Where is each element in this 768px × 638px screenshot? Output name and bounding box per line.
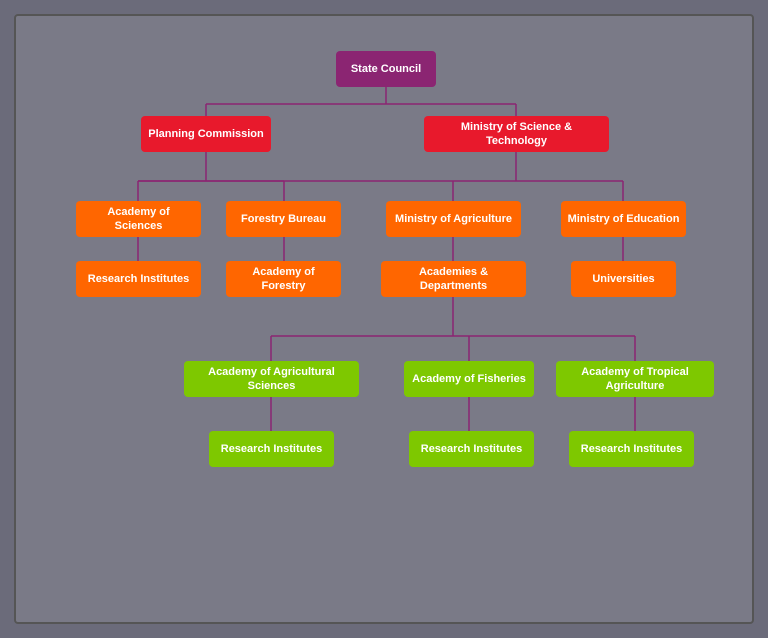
academies-departments-node[interactable]: Academies & Departments xyxy=(381,261,526,297)
ministry-agriculture-node[interactable]: Ministry of Agriculture xyxy=(386,201,521,237)
academy-forestry-node[interactable]: Academy of Forestry xyxy=(226,261,341,297)
planning-commission-node[interactable]: Planning Commission xyxy=(141,116,271,152)
academy-sciences-node[interactable]: Academy of Sciences xyxy=(76,201,201,237)
state-council-node[interactable]: State Council xyxy=(336,51,436,87)
ministry-science-node[interactable]: Ministry of Science & Technology xyxy=(424,116,609,152)
academy-tropical-node[interactable]: Academy of Tropical Agriculture xyxy=(556,361,714,397)
connectors-svg xyxy=(16,16,752,622)
research-institutes-1-node[interactable]: Research Institutes xyxy=(76,261,201,297)
forestry-bureau-node[interactable]: Forestry Bureau xyxy=(226,201,341,237)
research-institutes-3-node[interactable]: Research Institutes xyxy=(409,431,534,467)
academy-agri-sciences-node[interactable]: Academy of Agricultural Sciences xyxy=(184,361,359,397)
research-institutes-2-node[interactable]: Research Institutes xyxy=(209,431,334,467)
org-chart: State Council Planning Commission Minist… xyxy=(14,14,754,624)
universities-node[interactable]: Universities xyxy=(571,261,676,297)
ministry-education-node[interactable]: Ministry of Education xyxy=(561,201,686,237)
academy-fisheries-node[interactable]: Academy of Fisheries xyxy=(404,361,534,397)
research-institutes-4-node[interactable]: Research Institutes xyxy=(569,431,694,467)
